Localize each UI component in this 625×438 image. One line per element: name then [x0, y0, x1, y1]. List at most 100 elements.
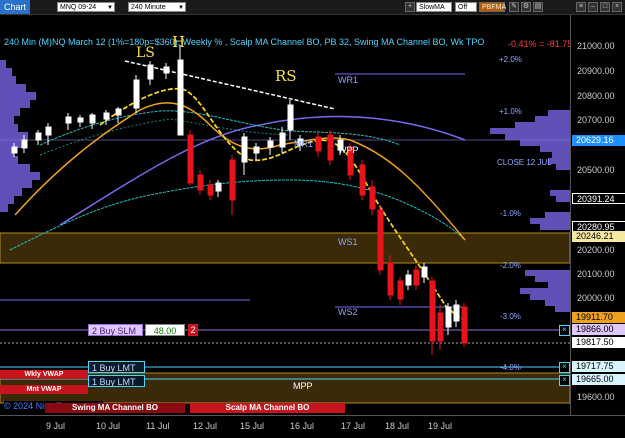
drawing-tool-icon[interactable]: ✎ [509, 2, 519, 12]
candle-bull [65, 113, 72, 130]
pnl-label: -0.41% = -81.75 [508, 39, 573, 49]
price-tick: 20700.00 [577, 115, 615, 125]
slow-ma-value: SlowMA [419, 4, 445, 11]
time-tick: 15 Jul [240, 421, 265, 431]
buy-slm-order-label[interactable]: 2 Buy SLM [88, 324, 143, 336]
candle-bull [147, 61, 154, 85]
slow-ma-selector[interactable]: SlowMA [416, 2, 452, 12]
ls-annotation: LS [136, 45, 155, 61]
candle-bear [397, 277, 404, 305]
price-tick: 20200.00 [577, 245, 615, 255]
candle-bear [359, 160, 366, 200]
candle-bull [405, 270, 412, 290]
pct-label: -1.0% [500, 209, 521, 218]
mid-channel-band [39, 118, 291, 156]
h-annotation: H [172, 33, 186, 51]
strategy-icon[interactable]: ⚙ [521, 2, 531, 12]
buy-lmt-order-1[interactable]: 1 Buy LMT [88, 361, 145, 373]
off-selector[interactable]: Off [455, 2, 477, 12]
candle-bear [429, 277, 436, 355]
close-order-icon[interactable]: × [559, 325, 570, 336]
buy-slm-qty[interactable]: 2 [188, 324, 198, 336]
pct-label: -4.0% [500, 363, 521, 372]
price-tick: 20500.00 [577, 165, 615, 175]
price-axis[interactable]: 21000.00 20900.00 20800.00 20700.00 2050… [570, 15, 625, 415]
candle-bear [197, 170, 204, 195]
minimize-icon[interactable]: – [588, 2, 598, 12]
instrument-selector[interactable]: MNQ 09-24 ▼ [57, 2, 115, 12]
candle-bull [279, 127, 286, 153]
candle-bear [207, 180, 214, 200]
wr1-label: WR1 [338, 75, 358, 85]
swing-ma-label: Swing MA Channel BO [45, 403, 185, 413]
close-label: CLOSE 12 JUL [497, 158, 552, 167]
chevron-down-icon: ▼ [107, 5, 113, 11]
candle-bear [377, 205, 384, 275]
price-tick: 20000.00 [577, 293, 615, 303]
rs-annotation: RS [275, 67, 297, 85]
mpp-label: MPP [293, 381, 313, 391]
chart-window: Chart MNQ 09-24 ▼ 240 Minute ▼ + SlowMA Of… [0, 0, 625, 438]
price-tag: 19717.75 [572, 361, 625, 372]
close-price-tag: 20629.16 [572, 135, 625, 146]
close-icon[interactable]: × [612, 2, 622, 12]
candle-bull [215, 180, 222, 197]
candle-bull [421, 263, 428, 283]
ws1-zone [0, 232, 570, 264]
chart-brand[interactable]: Chart [0, 0, 31, 14]
close-order-icon[interactable]: × [559, 362, 570, 373]
candle-bull [115, 107, 122, 123]
indicator-label: 240 Min (M)NQ March 12 (1%=180p=$360), W… [4, 37, 485, 47]
candle-bear [327, 130, 334, 165]
indicator-icon[interactable]: ▤ [533, 2, 543, 12]
price-tick: 21000.00 [577, 41, 615, 51]
candle-bull [89, 113, 96, 129]
instrument-value: MNQ 09-24 [60, 4, 97, 11]
time-tick: 9 Jul [46, 421, 66, 431]
candle-bear [369, 180, 376, 215]
pbfma-button[interactable]: PBFMA [479, 2, 506, 12]
timeframe-selector[interactable]: 240 Minute ▼ [128, 2, 186, 12]
time-tick: 18 Jul [385, 421, 410, 431]
candle-bull [241, 133, 248, 175]
timeframe-value: 240 Minute [131, 4, 166, 11]
candle-bear [229, 155, 236, 215]
pct-label: -2.0% [500, 261, 521, 270]
price-tag: 20246.21 [572, 231, 625, 242]
candle-bull [35, 130, 42, 145]
time-tick: 16 Jul [290, 421, 315, 431]
price-tag: 19866.00 [572, 324, 625, 335]
maximize-icon[interactable]: □ [600, 2, 610, 12]
price-tick: 20100.00 [577, 269, 615, 279]
price-tag: 19665.00 [572, 374, 625, 385]
candle-bull [287, 100, 294, 140]
pct-label: +1.0% [499, 107, 522, 116]
price-tag: 20391.24 [572, 193, 625, 204]
candle-bear [461, 303, 468, 347]
close-order-icon[interactable]: × [559, 375, 570, 386]
candle-bull [177, 45, 184, 136]
price-chart[interactable]: 240 Min (M)NQ March 12 (1%=180p=$360), W… [0, 15, 573, 415]
neckline [124, 60, 336, 110]
candle-bull [133, 75, 140, 113]
time-tick: 11 Jul [146, 421, 170, 431]
time-tick: 17 Jul [341, 421, 366, 431]
price-tick: 20900.00 [577, 66, 615, 76]
last-price-tag: 19817.50 [572, 337, 625, 348]
chart-toolbar: Chart MNQ 09-24 ▼ 240 Minute ▼ + SlowMA Of… [0, 0, 625, 15]
time-tick: 19 Jul [428, 421, 453, 431]
crosshair-icon[interactable]: + [405, 2, 415, 12]
ws2-label: WS2 [338, 307, 358, 317]
wpp-label: WPP [338, 145, 359, 155]
buy-lmt-order-2[interactable]: 1 Buy LMT [88, 375, 145, 387]
candle-bull [163, 63, 170, 79]
mr1-label: MR1 [294, 139, 314, 149]
time-axis[interactable]: 9 Jul 10 Jul 11 Jul 12 Jul 15 Jul 16 Jul… [0, 415, 625, 438]
buy-slm-price-field[interactable]: 48.00 [145, 324, 185, 336]
swing-ma-line [14, 102, 466, 241]
candle-bull [77, 115, 84, 127]
candle-bear [187, 130, 194, 185]
properties-icon[interactable]: ≡ [576, 2, 586, 12]
candle-bear [315, 133, 322, 157]
candle-bear [437, 305, 444, 350]
